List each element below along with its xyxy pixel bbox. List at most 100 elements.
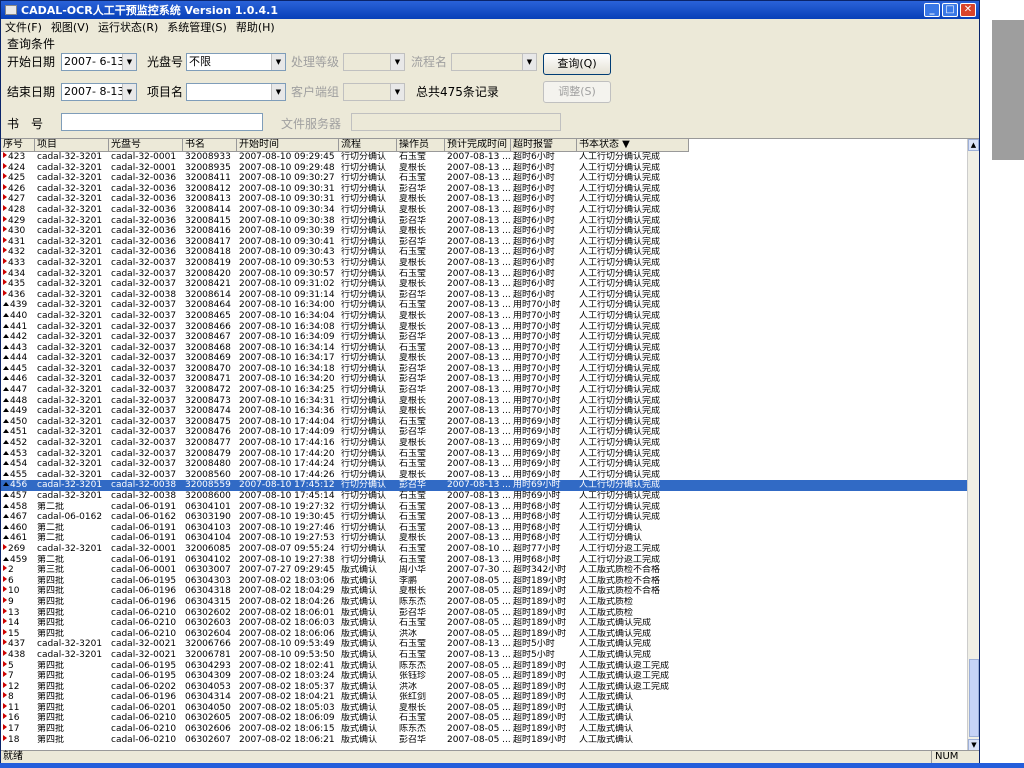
- book-number-input[interactable]: [61, 113, 263, 131]
- cell-col-book: 06304104: [185, 533, 231, 544]
- header-col-timeout[interactable]: 超时报警: [511, 139, 577, 151]
- header-col-seq[interactable]: 序号: [1, 139, 35, 151]
- table-row[interactable]: 451 cadal-32-3201 cadal-32-0037 32008476 200…: [1, 427, 967, 438]
- table-row[interactable]: 426 cadal-32-3201 cadal-32-0036 32008412 200…: [1, 183, 967, 195]
- table-row[interactable]: 5 第四批 cadal-06-0195 06304293 2007-08-02 18:0…: [1, 660, 967, 672]
- level-select[interactable]: ▼: [343, 53, 405, 71]
- desktop-scroll-thumb[interactable]: [992, 20, 1024, 160]
- vertical-scrollbar[interactable]: ▲ ▼: [967, 139, 979, 750]
- table-row[interactable]: 13 第四批 cadal-06-0210 06302602 2007-08-02 18:…: [1, 607, 967, 619]
- scroll-up-icon[interactable]: ▲: [968, 139, 979, 151]
- project-select[interactable]: ▼: [186, 83, 286, 101]
- table-row[interactable]: 17 第四批 cadal-06-0210 06302606 2007-08-02 18:…: [1, 724, 967, 735]
- cell-col-project: 第二批: [37, 501, 65, 512]
- table-row[interactable]: 430 cadal-32-3201 cadal-32-0036 32008416 200…: [1, 226, 967, 237]
- header-col-disc[interactable]: 光盘号: [109, 139, 183, 151]
- table-row[interactable]: 453 cadal-32-3201 cadal-32-0037 32008479 200…: [1, 449, 967, 460]
- chevron-down-icon[interactable]: ▼: [271, 84, 285, 100]
- header-col-flow[interactable]: 流程: [339, 139, 397, 151]
- table-row[interactable]: 438 cadal-32-3201 cadal-32-0021 32006781 200…: [1, 649, 967, 661]
- table-row[interactable]: 436 cadal-32-3201 cadal-32-0038 32008614 200…: [1, 289, 967, 301]
- table-row[interactable]: 18 第四批 cadal-06-0210 06302607 2007-08-02 18:…: [1, 734, 967, 746]
- table-row[interactable]: 442 cadal-32-3201 cadal-32-0037 32008467 200…: [1, 332, 967, 343]
- table-row[interactable]: 428 cadal-32-3201 cadal-32-0036 32008414 200…: [1, 204, 967, 216]
- cell-col-start-time: 2007-08-10 09:30:27: [239, 173, 335, 184]
- table-row[interactable]: 467 cadal-06-0162 cadal-06-0162 06303190 200…: [1, 512, 967, 523]
- file-server-input[interactable]: [351, 113, 561, 131]
- table-row[interactable]: 456 cadal-32-3201 cadal-32-0038 32008559 200…: [1, 480, 967, 491]
- table-row[interactable]: 455 cadal-32-3201 cadal-32-0037 32008560 200…: [1, 470, 967, 481]
- table-row[interactable]: 446 cadal-32-3201 cadal-32-0037 32008471 200…: [1, 374, 967, 385]
- menu-help[interactable]: 帮助(H): [236, 19, 275, 35]
- table-row[interactable]: 460 第二批 cadal-06-0191 06304103 2007-08-10 19…: [1, 523, 967, 534]
- minimize-icon[interactable]: _: [924, 3, 940, 17]
- header-col-eta[interactable]: 预计完成时间: [445, 139, 511, 151]
- table-row[interactable]: 459 第二批 cadal-06-0191 06304102 2007-08-10 19…: [1, 555, 967, 566]
- chevron-down-icon[interactable]: ▼: [122, 54, 136, 70]
- header-col-book[interactable]: 书名: [183, 139, 237, 151]
- table-row[interactable]: 427 cadal-32-3201 cadal-32-0036 32008413 200…: [1, 194, 967, 205]
- start-date-picker[interactable]: 2007- 6-13 ▼: [61, 53, 137, 71]
- end-date-picker[interactable]: 2007- 8-13 ▼: [61, 83, 137, 101]
- scroll-down-icon[interactable]: ▼: [968, 739, 979, 750]
- scroll-thumb[interactable]: [969, 659, 979, 737]
- table-row[interactable]: 458 第二批 cadal-06-0191 06304101 2007-08-10 19…: [1, 502, 967, 513]
- query-button[interactable]: 查询(Q): [543, 53, 611, 75]
- table-row[interactable]: 433 cadal-32-3201 cadal-32-0037 32008419 200…: [1, 257, 967, 269]
- table-row[interactable]: 7 第四批 cadal-06-0195 06304309 2007-08-02 18:0…: [1, 671, 967, 682]
- menu-view[interactable]: 视图(V): [51, 19, 89, 35]
- table-row[interactable]: 434 cadal-32-3201 cadal-32-0037 32008420 200…: [1, 268, 967, 280]
- table-row[interactable]: 9 第四批 cadal-06-0196 06304315 2007-08-02 18:0…: [1, 596, 967, 608]
- menu-file[interactable]: 文件(F): [5, 19, 42, 35]
- table-row[interactable]: 11 第四批 cadal-06-0201 06304050 2007-08-02 18:…: [1, 702, 967, 714]
- cell-col-operator: 石玉莹: [399, 501, 427, 512]
- table-row[interactable]: 435 cadal-32-3201 cadal-32-0037 32008421 200…: [1, 279, 967, 290]
- header-col-operator[interactable]: 操作员: [397, 139, 445, 151]
- table-row[interactable]: 448 cadal-32-3201 cadal-32-0037 32008473 200…: [1, 396, 967, 407]
- table-row[interactable]: 440 cadal-32-3201 cadal-32-0037 32008465 200…: [1, 311, 967, 322]
- chevron-down-icon[interactable]: ▼: [271, 54, 285, 70]
- title-bar[interactable]: CADAL-OCR人工干预监控系统 Version 1.0.4.1 _ □ ✕: [1, 1, 979, 19]
- table-row[interactable]: 14 第四批 cadal-06-0210 06302603 2007-08-02 18:…: [1, 618, 967, 629]
- table-row[interactable]: 441 cadal-32-3201 cadal-32-0037 32008466 200…: [1, 322, 967, 333]
- table-row[interactable]: 461 第二批 cadal-06-0191 06304104 2007-08-10 19…: [1, 533, 967, 544]
- table-row[interactable]: 269 cadal-32-3201 cadal-32-0001 32006085 200…: [1, 543, 967, 555]
- table-row[interactable]: 449 cadal-32-3201 cadal-32-0037 32008474 200…: [1, 406, 967, 417]
- table-row[interactable]: 16 第四批 cadal-06-0210 06302605 2007-08-02 18:…: [1, 713, 967, 724]
- header-col-project[interactable]: 项目: [35, 139, 109, 151]
- cell-col-project: 第四批: [37, 618, 65, 629]
- table-row[interactable]: 447 cadal-32-3201 cadal-32-0037 32008472 200…: [1, 385, 967, 396]
- adjust-button[interactable]: 调整(S): [543, 81, 611, 103]
- header-col-start-time[interactable]: 开始时间: [237, 139, 339, 151]
- disc-select[interactable]: 不限 ▼: [186, 53, 286, 71]
- flow-select[interactable]: ▼: [451, 53, 537, 71]
- table-row[interactable]: 423 cadal-32-3201 cadal-32-0001 32008933 200…: [1, 152, 967, 163]
- table-row[interactable]: 450 cadal-32-3201 cadal-32-0037 32008475 200…: [1, 417, 967, 428]
- table-row[interactable]: 452 cadal-32-3201 cadal-32-0037 32008477 200…: [1, 438, 967, 449]
- table-row[interactable]: 12 第四批 cadal-06-0202 06304053 2007-08-02 18:…: [1, 681, 967, 693]
- table-row[interactable]: 444 cadal-32-3201 cadal-32-0037 32008469 200…: [1, 353, 967, 364]
- client-group-select[interactable]: ▼: [343, 83, 405, 101]
- table-row[interactable]: 424 cadal-32-3201 cadal-32-0001 32008935 200…: [1, 162, 967, 174]
- menu-system[interactable]: 系统管理(S): [167, 19, 227, 35]
- table-row[interactable]: 439 cadal-32-3201 cadal-32-0037 32008464 200…: [1, 300, 967, 311]
- table-row[interactable]: 431 cadal-32-3201 cadal-32-0036 32008417 200…: [1, 236, 967, 248]
- table-row[interactable]: 443 cadal-32-3201 cadal-32-0037 32008468 200…: [1, 343, 967, 354]
- table-row[interactable]: 454 cadal-32-3201 cadal-32-0037 32008480 200…: [1, 459, 967, 470]
- table-row[interactable]: 457 cadal-32-3201 cadal-32-0038 32008600 200…: [1, 491, 967, 502]
- chevron-down-icon[interactable]: ▼: [122, 84, 136, 100]
- table-row[interactable]: 6 第四批 cadal-06-0195 06304303 2007-08-02 18:0…: [1, 575, 967, 587]
- table-row[interactable]: 445 cadal-32-3201 cadal-32-0037 32008470 200…: [1, 364, 967, 375]
- table-row[interactable]: 10 第四批 cadal-06-0196 06304318 2007-08-02 18:…: [1, 586, 967, 597]
- close-icon[interactable]: ✕: [960, 3, 976, 17]
- table-row[interactable]: 15 第四批 cadal-06-0210 06302604 2007-08-02 18:…: [1, 628, 967, 640]
- maximize-icon[interactable]: □: [942, 3, 958, 17]
- menu-run-status[interactable]: 运行状态(R): [98, 19, 158, 35]
- header-col-book-status[interactable]: 书本状态 ▼: [577, 139, 689, 151]
- table-row[interactable]: 429 cadal-32-3201 cadal-32-0036 32008415 200…: [1, 215, 967, 227]
- table-row[interactable]: 2 第三批 cadal-06-0001 06303007 2007-07-27 09:2…: [1, 565, 967, 576]
- table-row[interactable]: 8 第四批 cadal-06-0196 06304314 2007-08-02 18:0…: [1, 692, 967, 703]
- table-row[interactable]: 425 cadal-32-3201 cadal-32-0036 32008411 200…: [1, 173, 967, 184]
- table-row[interactable]: 437 cadal-32-3201 cadal-32-0021 32006766 200…: [1, 639, 967, 650]
- table-row[interactable]: 432 cadal-32-3201 cadal-32-0036 32008418 200…: [1, 247, 967, 258]
